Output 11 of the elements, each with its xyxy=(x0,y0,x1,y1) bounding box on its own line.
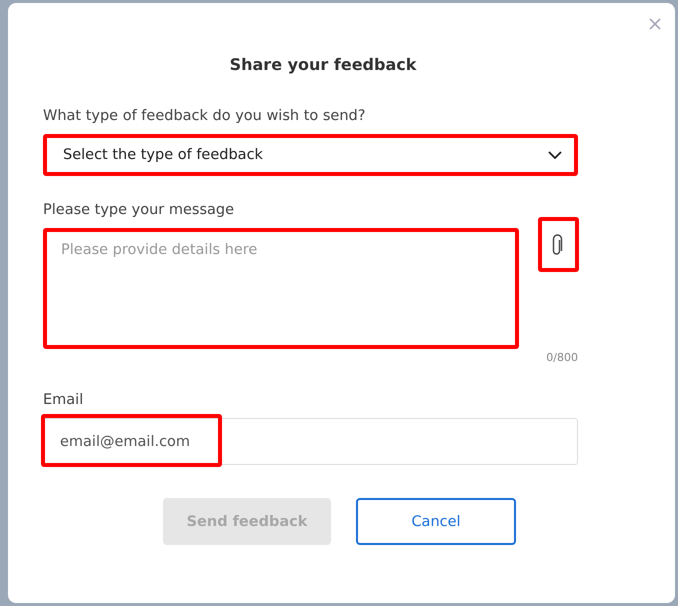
message-field[interactable]: Please provide details here xyxy=(43,228,519,349)
cancel-button[interactable]: Cancel xyxy=(356,498,516,545)
dialog-title: Share your feedback xyxy=(228,55,418,74)
character-counter: 0/800 xyxy=(545,351,578,364)
chevron-down-icon xyxy=(548,151,562,159)
attach-button[interactable] xyxy=(538,217,579,272)
email-field[interactable]: email@email.com xyxy=(43,418,578,465)
feedback-type-dropdown[interactable]: Select the type of feedback xyxy=(43,134,578,176)
field-label: Email xyxy=(43,392,84,408)
field-label: Please type your message xyxy=(43,202,236,218)
field-label: What type of feedback do you wish to send? xyxy=(43,108,366,124)
